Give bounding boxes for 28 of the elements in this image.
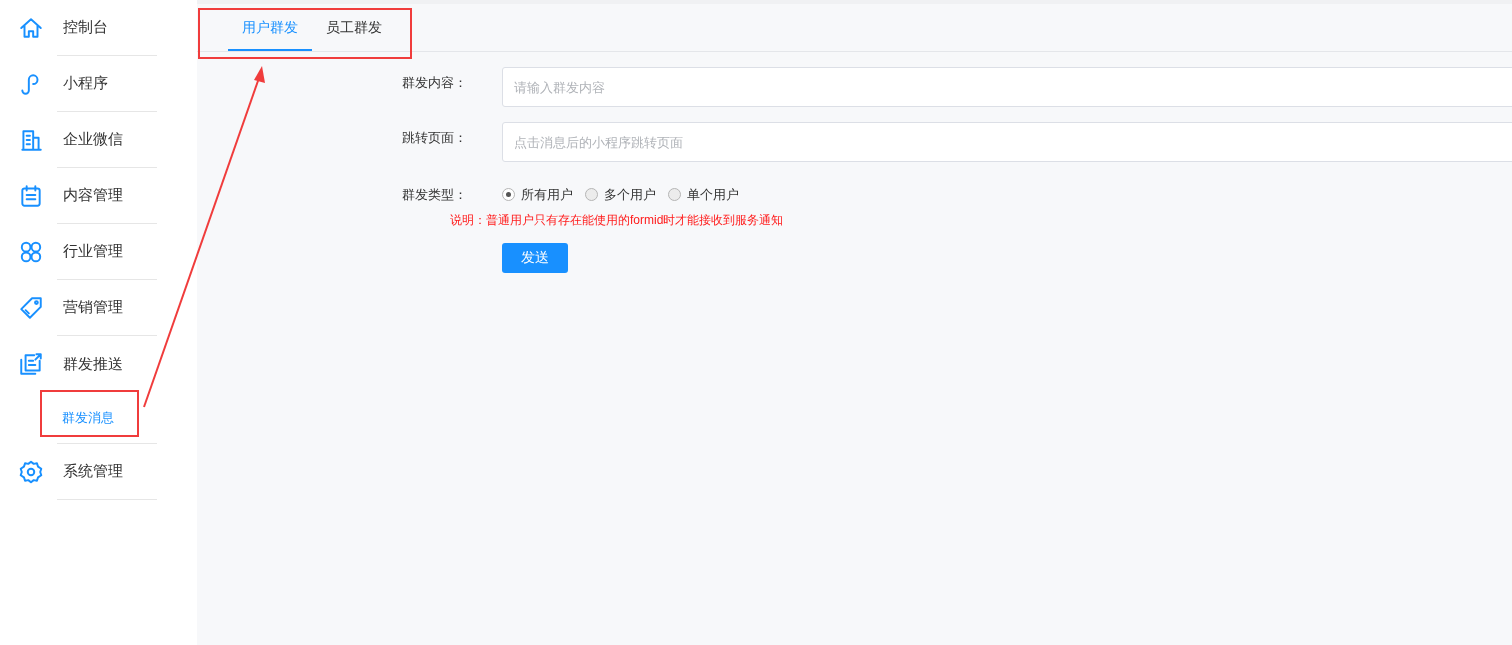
- note-text: 说明：普通用户只有存在能使用的formid时才能接收到服务通知: [449, 211, 785, 229]
- sidebar-item[interactable]: 行业管理: [57, 240, 123, 263]
- sidebar-item[interactable]: 系统管理: [57, 460, 123, 483]
- radio-button[interactable]: [668, 188, 681, 202]
- settings-icon: [18, 459, 44, 485]
- input-field[interactable]: 请输入群发内容: [502, 67, 1512, 107]
- field-label: 跳转页面：: [402, 129, 468, 147]
- sidebar-item[interactable]: 营销管理: [57, 296, 123, 319]
- home-icon: [18, 15, 44, 41]
- building-icon: [18, 127, 44, 153]
- notepad-icon: [18, 183, 44, 209]
- document-share-icon: [18, 351, 44, 377]
- field-label: 群发内容：: [402, 74, 468, 92]
- tab[interactable]: 员工群发: [312, 6, 396, 51]
- tag-icon: [18, 295, 44, 321]
- sidebar-item[interactable]: 控制台: [57, 16, 108, 39]
- radio-option[interactable]: 所有用户: [502, 185, 573, 205]
- input-field[interactable]: 点击消息后的小程序跳转页面: [502, 122, 1512, 162]
- four-petal-icon: [18, 239, 44, 265]
- sidebar-item[interactable]: 企业微信: [57, 128, 123, 151]
- radio-option[interactable]: 单个用户: [668, 185, 739, 205]
- sidebar-item[interactable]: 群发推送: [57, 352, 123, 376]
- radio-option[interactable]: 多个用户: [585, 185, 656, 205]
- radio-button[interactable]: [585, 188, 598, 202]
- sidebar-item[interactable]: 小程序: [57, 72, 108, 95]
- radio-button[interactable]: [502, 188, 515, 202]
- field-label: 群发类型：: [402, 186, 468, 204]
- sidebar-item[interactable]: 内容管理: [57, 184, 123, 207]
